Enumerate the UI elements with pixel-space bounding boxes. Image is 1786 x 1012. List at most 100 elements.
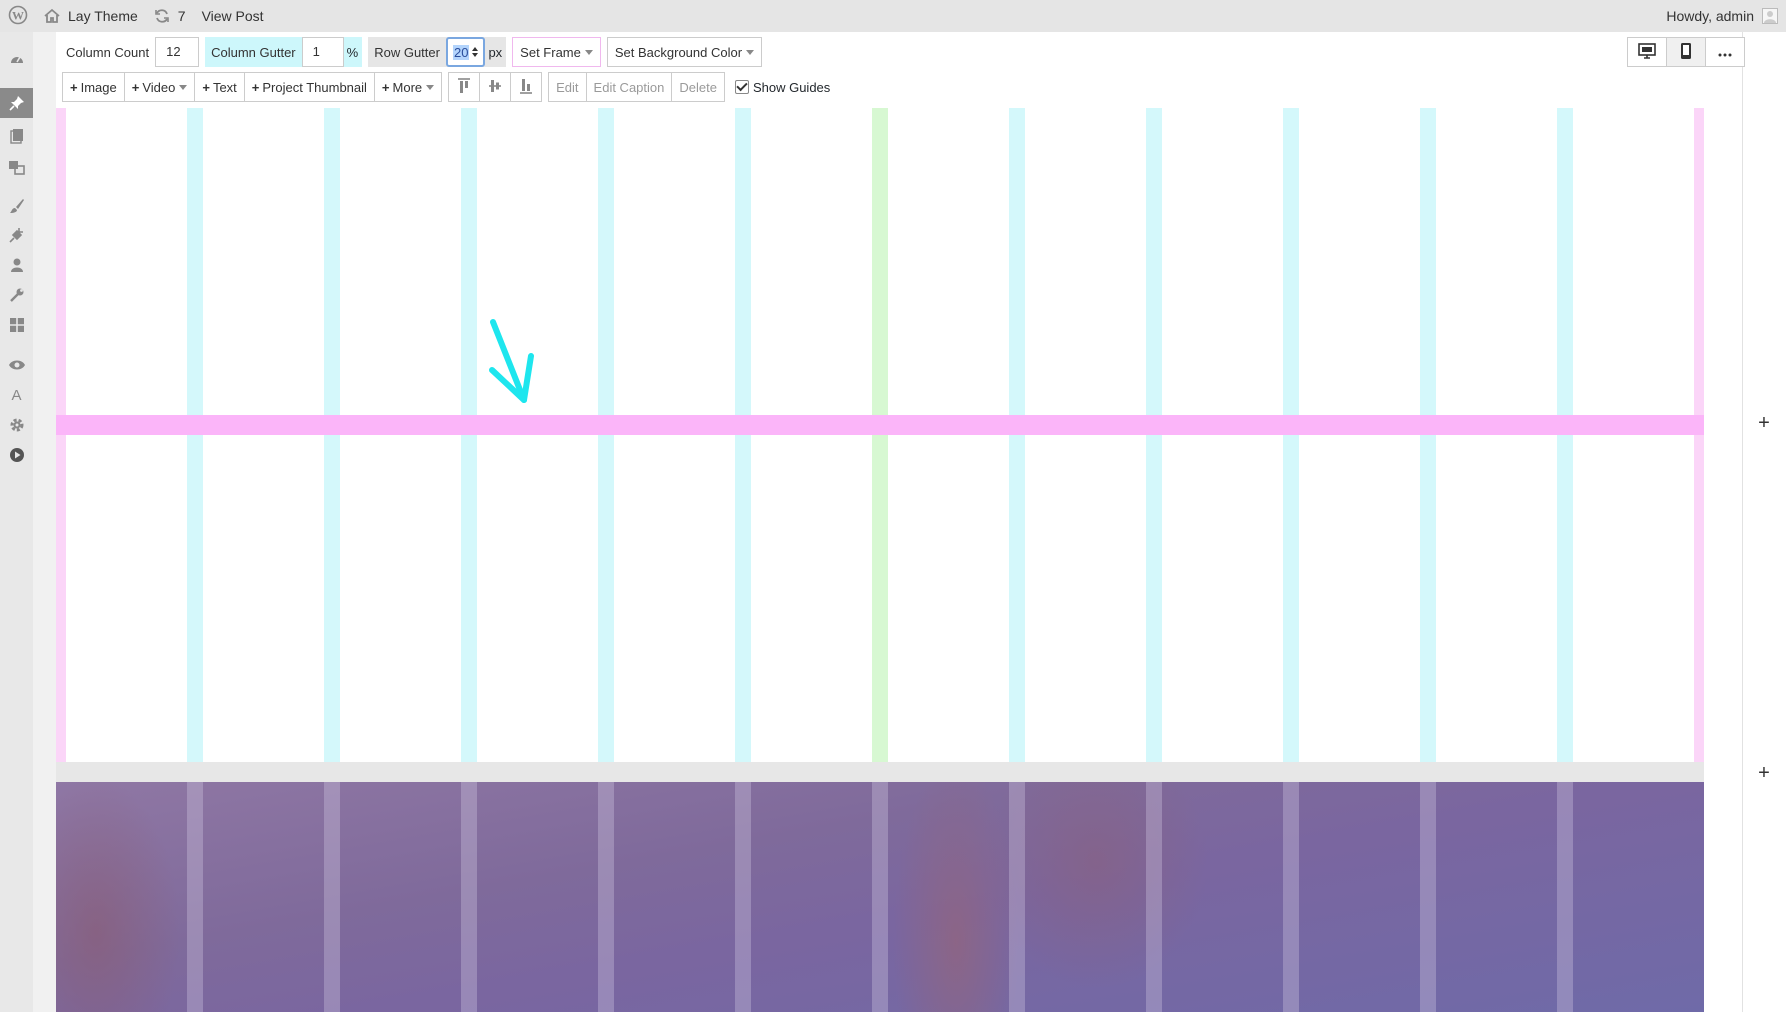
column-gutter-guide: [1283, 108, 1299, 415]
wordpress-logo-button[interactable]: W: [0, 0, 36, 32]
element-toolbar: + Image + Video + Text + Project Thumbna…: [62, 72, 830, 102]
desktop-icon: [1638, 42, 1656, 62]
frame-right-guide: [1694, 108, 1704, 415]
align-bottom-icon: [519, 78, 533, 97]
my-account[interactable]: Howdy, admin: [1666, 8, 1786, 24]
align-top-button[interactable]: [448, 72, 481, 102]
row-gutter-input[interactable]: 20: [445, 37, 486, 67]
fonts-icon[interactable]: A: [0, 380, 33, 410]
view-post-link[interactable]: View Post: [194, 0, 272, 32]
image-element[interactable]: [56, 782, 1704, 1012]
media-icon[interactable]: [0, 152, 33, 182]
column-gutter-label: Column Gutter: [211, 44, 296, 60]
settings-gear-icon[interactable]: [0, 410, 33, 440]
chevron-down-icon: [584, 49, 593, 55]
column-gutter-guide: [324, 435, 340, 762]
delete-button[interactable]: Delete: [671, 72, 725, 102]
column-gutter-unit: %: [346, 44, 359, 60]
play-icon[interactable]: [0, 440, 33, 470]
site-name-label: Lay Theme: [68, 8, 138, 24]
grid-canvas: [56, 108, 1704, 1012]
greeting-label: Howdy, admin: [1666, 8, 1754, 24]
plugins-icon[interactable]: [0, 220, 33, 250]
add-project-thumbnail-button[interactable]: + Project Thumbnail: [243, 72, 375, 102]
row-gutter-guide[interactable]: [56, 415, 1704, 435]
show-guides-checkbox[interactable]: [734, 80, 749, 94]
updates-link[interactable]: 7: [146, 0, 194, 32]
column-gutter-guide: [187, 435, 203, 762]
row-gutter-group: Row Gutter 20 px: [368, 37, 507, 67]
set-background-color-label: Set Background Color: [614, 44, 743, 60]
column-gutter-guide: [461, 435, 477, 762]
updates-icon: [154, 8, 170, 24]
align-middle-button[interactable]: [479, 72, 512, 102]
dashboard-icon[interactable]: [0, 44, 33, 74]
updates-count: 7: [177, 8, 186, 24]
add-video-button[interactable]: + Video: [123, 72, 196, 102]
chevron-down-icon: [179, 84, 188, 90]
center-gutter-guide: [872, 435, 888, 762]
phone-icon: [1680, 42, 1692, 63]
add-project-thumbnail-label: Project Thumbnail: [262, 79, 367, 95]
show-guides-toggle[interactable]: Show Guides: [734, 72, 831, 102]
svg-text:W: W: [12, 8, 24, 22]
column-gutter-overlay: [598, 782, 614, 1012]
column-gutter-guide: [598, 108, 614, 415]
annotation-arrow-icon: [486, 318, 534, 411]
column-gutter-guide: [187, 108, 203, 415]
column-gutter-guide: [1146, 435, 1162, 762]
column-gutter-overlay: [1146, 782, 1162, 1012]
column-gutter-guide: [461, 108, 477, 415]
more-label: More: [392, 79, 423, 95]
set-background-color-button[interactable]: Set Background Color: [606, 37, 763, 67]
users-icon[interactable]: [0, 250, 33, 280]
show-guides-label: Show Guides: [752, 79, 831, 95]
column-gutter-guide: [324, 108, 340, 415]
chevron-down-icon: [746, 49, 755, 55]
edit-caption-button[interactable]: Edit Caption: [585, 72, 673, 102]
column-gutter-overlay: [1557, 782, 1573, 1012]
wordpress-logo-icon: W: [8, 5, 28, 28]
add-row-button[interactable]: +: [1742, 761, 1786, 785]
tools-wrench-icon[interactable]: [0, 280, 33, 310]
add-text-button[interactable]: + Text: [194, 72, 245, 102]
column-gutter-guide: [598, 435, 614, 762]
column-gutter-guide: [1009, 435, 1025, 762]
column-gutter-input[interactable]: 1: [301, 37, 344, 67]
column-gutter-group: Column Gutter 1 %: [205, 37, 363, 67]
row-gutter-bar: [56, 762, 1704, 782]
align-bottom-button[interactable]: [510, 72, 543, 102]
column-gutter-guide: [1146, 108, 1162, 415]
visibility-eye-icon[interactable]: [0, 350, 33, 380]
phone-view-button[interactable]: [1666, 37, 1706, 67]
layout-grid-icon[interactable]: [0, 310, 33, 340]
row-gutter-value: 20: [452, 44, 470, 60]
more-button[interactable]: + More: [373, 72, 443, 102]
column-gutter-overlay: [187, 782, 203, 1012]
avatar: [1762, 8, 1778, 24]
desktop-view-button[interactable]: [1627, 37, 1667, 67]
number-stepper-icon[interactable]: [472, 47, 479, 57]
column-gutter-overlay: [1420, 782, 1436, 1012]
column-count-input[interactable]: 12: [155, 37, 200, 67]
edit-button[interactable]: Edit: [548, 72, 587, 102]
admin-bar: W Lay Theme 7 View Post Howdy, admin: [0, 0, 1786, 32]
add-image-button[interactable]: + Image: [62, 72, 125, 102]
set-frame-button[interactable]: Set Frame: [512, 37, 601, 67]
plus-icon: +: [381, 79, 390, 95]
column-gutter-guide: [735, 108, 751, 415]
column-gutter-overlay: [1283, 782, 1299, 1012]
frame-right-guide: [1694, 435, 1704, 762]
posts-pin-icon[interactable]: [0, 88, 33, 118]
center-gutter-guide: [872, 108, 888, 415]
view-controls: [1627, 37, 1745, 67]
add-image-label: Image: [80, 79, 117, 95]
column-gutter-guide: [1009, 108, 1025, 415]
admin-side-menu: A: [0, 32, 33, 1012]
align-middle-icon: [488, 78, 502, 97]
more-options-button[interactable]: [1705, 37, 1745, 67]
add-row-button[interactable]: +: [1742, 411, 1786, 435]
pages-icon[interactable]: [0, 121, 33, 151]
site-name-link[interactable]: Lay Theme: [36, 0, 146, 32]
appearance-brush-icon[interactable]: [0, 191, 33, 221]
